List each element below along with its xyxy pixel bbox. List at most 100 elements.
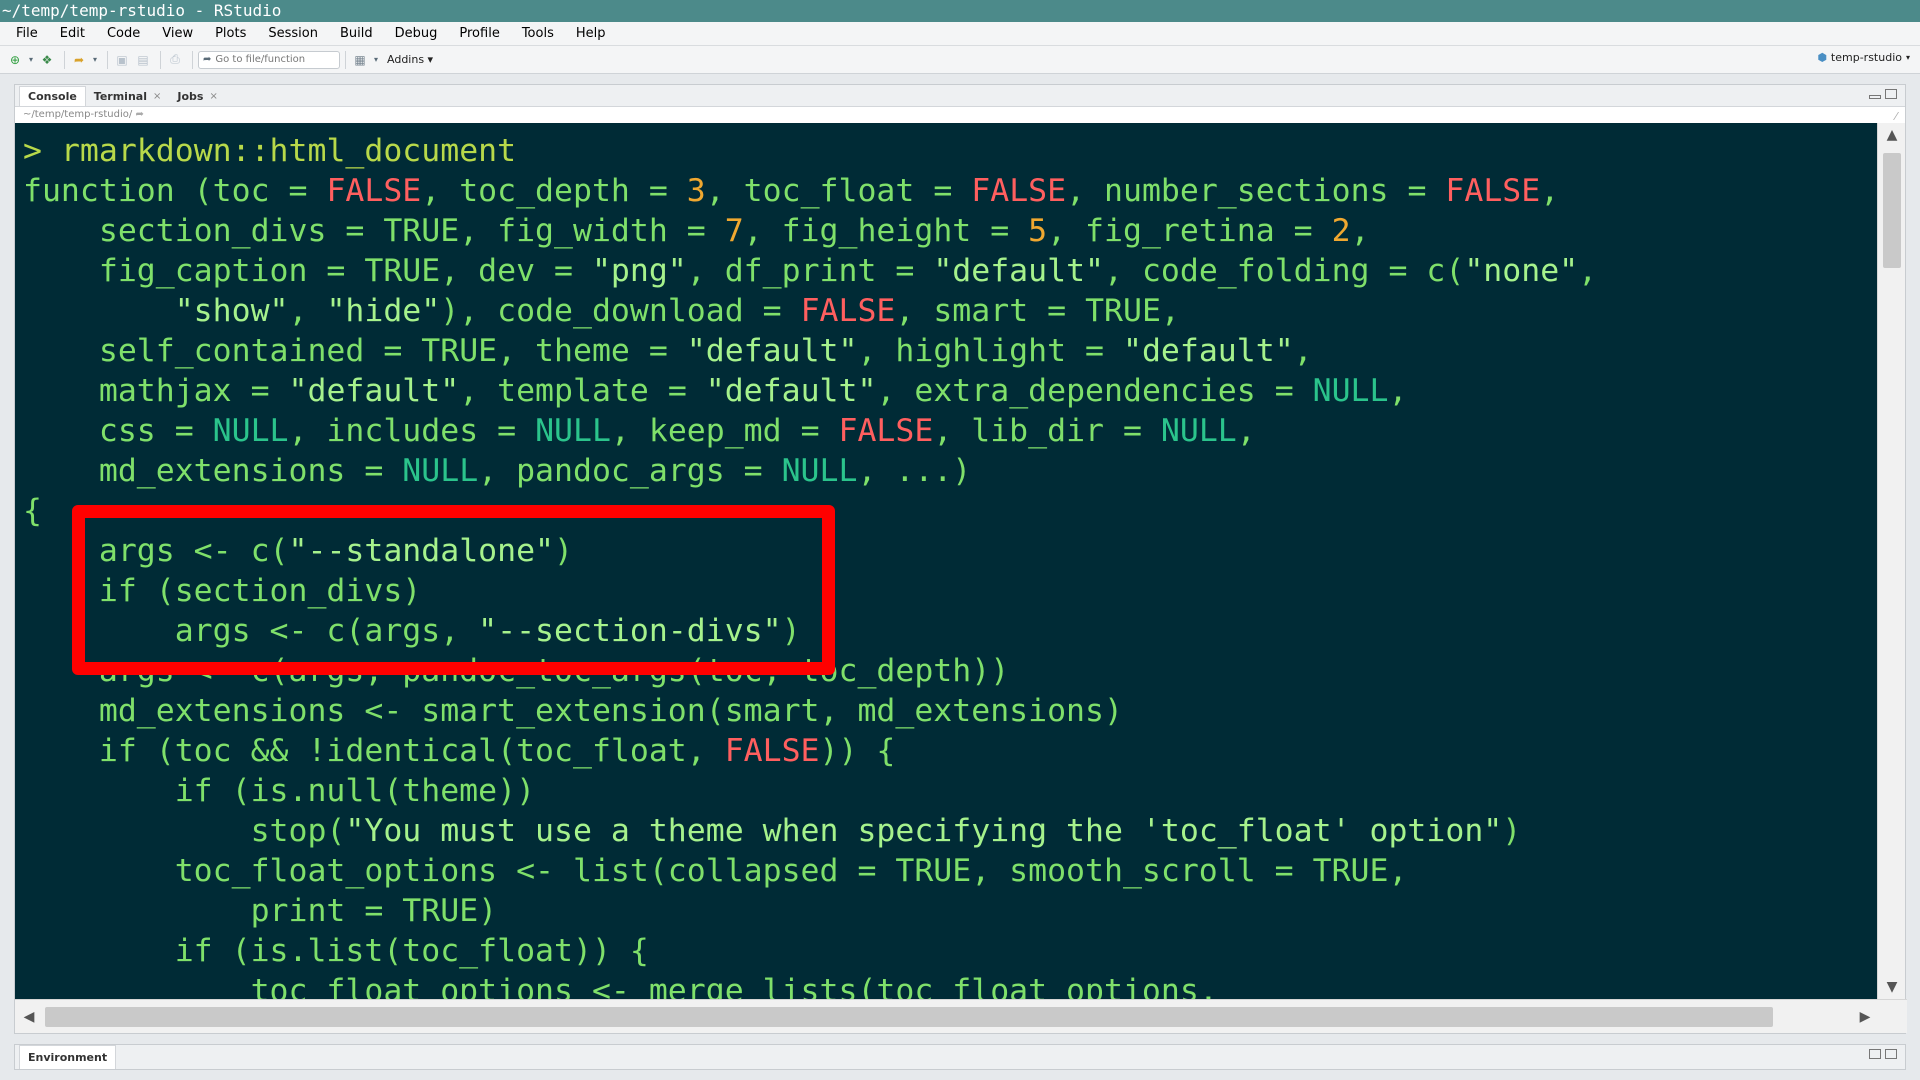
dropdown-arrow-icon[interactable]: ▾ xyxy=(91,51,99,69)
save-icon[interactable]: ▣ xyxy=(113,51,131,69)
menu-plots[interactable]: Plots xyxy=(215,26,246,41)
pane-controls xyxy=(1869,1049,1897,1059)
scroll-left-icon[interactable]: ◀ xyxy=(15,1000,43,1034)
menu-code[interactable]: Code xyxy=(107,26,140,41)
code-token: , xyxy=(1540,173,1560,209)
console-line: if (section_divs) xyxy=(23,571,1879,611)
code-token: , lib_dir = xyxy=(933,413,1161,449)
menu-debug[interactable]: Debug xyxy=(395,26,438,41)
window-title: ~/temp/temp-rstudio - RStudio xyxy=(0,0,1920,22)
console-line: print = TRUE) xyxy=(23,891,1879,931)
code-token: TRUE xyxy=(421,333,498,369)
go-to-arrow-icon: ➦ xyxy=(203,54,212,65)
code-token: "default" xyxy=(1122,333,1294,369)
addins-menu[interactable]: Addins ▾ xyxy=(387,53,433,66)
code-token: , xyxy=(1388,373,1408,409)
code-token: , theme = xyxy=(497,333,687,369)
code-token: , highlight = xyxy=(857,333,1123,369)
dropdown-arrow-icon[interactable]: ▾ xyxy=(372,51,380,69)
code-token: 3 xyxy=(686,173,706,209)
code-token: md_extensions <- smart_extension(smart, … xyxy=(23,693,1123,729)
scroll-down-icon[interactable]: ▼ xyxy=(1878,975,1906,999)
code-token: 2 xyxy=(1331,213,1351,249)
menu-help[interactable]: Help xyxy=(576,26,606,41)
toolbar-separator xyxy=(160,50,161,69)
console-output[interactable]: > rmarkdown::html_document function (toc … xyxy=(15,123,1879,999)
code-token: , fig_height = xyxy=(743,213,1029,249)
console-line: > rmarkdown::html_document xyxy=(23,131,1879,171)
code-token: 7 xyxy=(724,213,744,249)
toolbar-separator xyxy=(192,50,193,69)
code-token: "default" xyxy=(686,333,858,369)
vertical-scrollbar[interactable]: ▲ ▼ xyxy=(1877,123,1905,999)
code-token: NULL xyxy=(1160,413,1237,449)
code-token: fig_caption = xyxy=(23,253,365,289)
code-token: , xyxy=(1578,253,1598,289)
tab-environment[interactable]: Environment xyxy=(19,1045,117,1069)
code-token: TRUE xyxy=(364,253,441,289)
code-token: TRUE xyxy=(1085,293,1161,329)
vertical-scroll-thumb[interactable] xyxy=(1883,153,1901,268)
code-token: "none" xyxy=(1464,253,1579,289)
working-directory-path[interactable]: ~/temp/temp-rstudio/ xyxy=(23,109,132,120)
grid-layout-icon[interactable]: ▦ xyxy=(351,51,369,69)
tab-console[interactable]: Console xyxy=(19,86,86,106)
menu-session[interactable]: Session xyxy=(268,26,318,41)
code-token: , xyxy=(1388,853,1408,889)
menu-edit[interactable]: Edit xyxy=(60,26,85,41)
code-token: "png" xyxy=(591,253,687,289)
menu-tools[interactable]: Tools xyxy=(522,26,554,41)
scroll-right-icon[interactable]: ▶ xyxy=(1851,1000,1879,1034)
code-token: TRUE xyxy=(1312,853,1389,889)
code-token: NULL xyxy=(1312,373,1389,409)
console-line: self_contained = TRUE, theme = "default"… xyxy=(23,331,1879,371)
maximize-pane-icon[interactable] xyxy=(1885,89,1897,99)
main-toolbar: ⊕ ▾ ❖ ➦ ▾ ▣ ▤ ⎙ ➦ Go to file/function ▦ … xyxy=(0,46,1920,74)
tab-terminal[interactable]: Terminal × xyxy=(86,86,170,106)
horizontal-scrollbar[interactable]: ◀ ▶ xyxy=(15,999,1907,1033)
tab-jobs[interactable]: Jobs × xyxy=(169,86,225,106)
console-line: md_extensions = NULL, pandoc_args = NULL… xyxy=(23,451,1879,491)
code-token: , toc_depth = xyxy=(421,173,687,209)
maximize-pane-icon[interactable] xyxy=(1885,1049,1897,1059)
environment-tab-bar: Environment xyxy=(15,1045,1905,1069)
new-file-icon[interactable]: ⊕ xyxy=(6,51,24,69)
console-line: mathjax = "default", template = "default… xyxy=(23,371,1879,411)
new-project-icon[interactable]: ❖ xyxy=(38,51,56,69)
menu-build[interactable]: Build xyxy=(340,26,373,41)
close-icon[interactable]: × xyxy=(209,91,217,102)
dropdown-arrow-icon[interactable]: ▾ xyxy=(27,51,35,69)
go-to-file-input[interactable]: ➦ Go to file/function xyxy=(198,50,340,69)
code-token: args <- c( xyxy=(23,533,289,569)
code-token: , template = xyxy=(459,373,706,409)
code-token: ) xyxy=(554,533,573,569)
save-all-icon[interactable]: ▤ xyxy=(134,51,152,69)
console-line: section_divs = TRUE, fig_width = 7, fig_… xyxy=(23,211,1879,251)
close-icon[interactable]: × xyxy=(153,91,161,102)
menu-view[interactable]: View xyxy=(162,26,193,41)
menu-profile[interactable]: Profile xyxy=(459,26,499,41)
open-file-icon[interactable]: ➦ xyxy=(70,51,88,69)
console-line: if (toc && !identical(toc_float, FALSE))… xyxy=(23,731,1879,771)
code-token: "default" xyxy=(933,253,1105,289)
tab-console-label: Console xyxy=(28,90,77,103)
pane-controls xyxy=(1869,89,1897,99)
menu-file[interactable]: File xyxy=(16,26,38,41)
scroll-up-icon[interactable]: ▲ xyxy=(1878,123,1906,147)
console-line: fig_caption = TRUE, dev = "png", df_prin… xyxy=(23,251,1879,291)
code-token: ), code_download = xyxy=(440,293,801,329)
project-menu[interactable]: ⬢ temp-rstudio ▾ xyxy=(1817,51,1910,64)
code-token: FALSE xyxy=(326,173,422,209)
restore-pane-icon[interactable] xyxy=(1869,1049,1881,1059)
horizontal-scroll-thumb[interactable] xyxy=(45,1007,1773,1027)
code-token: rmarkdown::html_document xyxy=(60,133,517,169)
code-token: 5 xyxy=(1028,213,1048,249)
code-token: , xyxy=(288,293,327,329)
code-token: TRUE xyxy=(383,213,460,249)
go-to-dir-icon[interactable]: ➦ xyxy=(135,109,143,120)
code-token: , pandoc_args = xyxy=(478,453,782,489)
minimize-pane-icon[interactable] xyxy=(1869,95,1881,99)
code-token: TRUE xyxy=(895,853,972,889)
print-icon[interactable]: ⎙ xyxy=(166,51,184,69)
